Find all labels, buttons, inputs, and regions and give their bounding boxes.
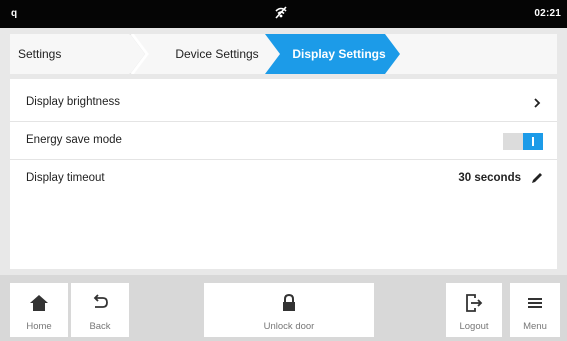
status-bar: q 02:21	[0, 0, 567, 28]
menu-label: Menu	[523, 321, 547, 332]
logout-icon	[466, 294, 483, 312]
bottom-bar: Home Back Unlock door Logout Menu	[0, 275, 567, 341]
energy-save-toggle[interactable]	[503, 133, 543, 150]
status-indicator: q	[11, 8, 18, 19]
breadcrumb-settings[interactable]: Settings	[10, 34, 140, 74]
logout-label: Logout	[459, 321, 489, 332]
back-label: Back	[89, 321, 111, 332]
unlock-door-label: Unlock door	[263, 321, 315, 332]
clock: 02:21	[534, 8, 561, 19]
home-button[interactable]: Home	[10, 283, 68, 337]
display-timeout-row[interactable]: Display timeout 30 seconds	[10, 160, 557, 198]
settings-panel: Display brightness Energy save mode Disp…	[10, 79, 557, 269]
toggle-on-indicator	[523, 133, 543, 150]
display-timeout-value: 30 seconds	[458, 172, 521, 184]
breadcrumb: Settings Device Settings Display Setting…	[10, 34, 557, 74]
menu-button[interactable]: Menu	[510, 283, 560, 337]
chevron-right-icon	[534, 98, 541, 108]
back-button[interactable]: Back	[71, 283, 129, 337]
display-timeout-label: Display timeout	[26, 172, 105, 184]
logout-button[interactable]: Logout	[446, 283, 502, 337]
display-brightness-label: Display brightness	[26, 96, 120, 108]
energy-save-row: Energy save mode	[10, 122, 557, 160]
menu-icon	[528, 298, 542, 308]
pencil-icon[interactable]	[529, 170, 545, 186]
wifi-off-icon	[275, 6, 287, 19]
back-icon	[93, 294, 108, 308]
home-label: Home	[26, 321, 52, 332]
breadcrumb-device-settings[interactable]: Device Settings	[138, 34, 280, 74]
home-icon	[30, 295, 48, 311]
breadcrumb-display-settings[interactable]: Display Settings	[265, 34, 405, 74]
display-brightness-row[interactable]: Display brightness	[10, 84, 557, 122]
lock-icon	[283, 293, 295, 311]
energy-save-label: Energy save mode	[26, 134, 122, 146]
unlock-door-button[interactable]: Unlock door	[204, 283, 374, 337]
